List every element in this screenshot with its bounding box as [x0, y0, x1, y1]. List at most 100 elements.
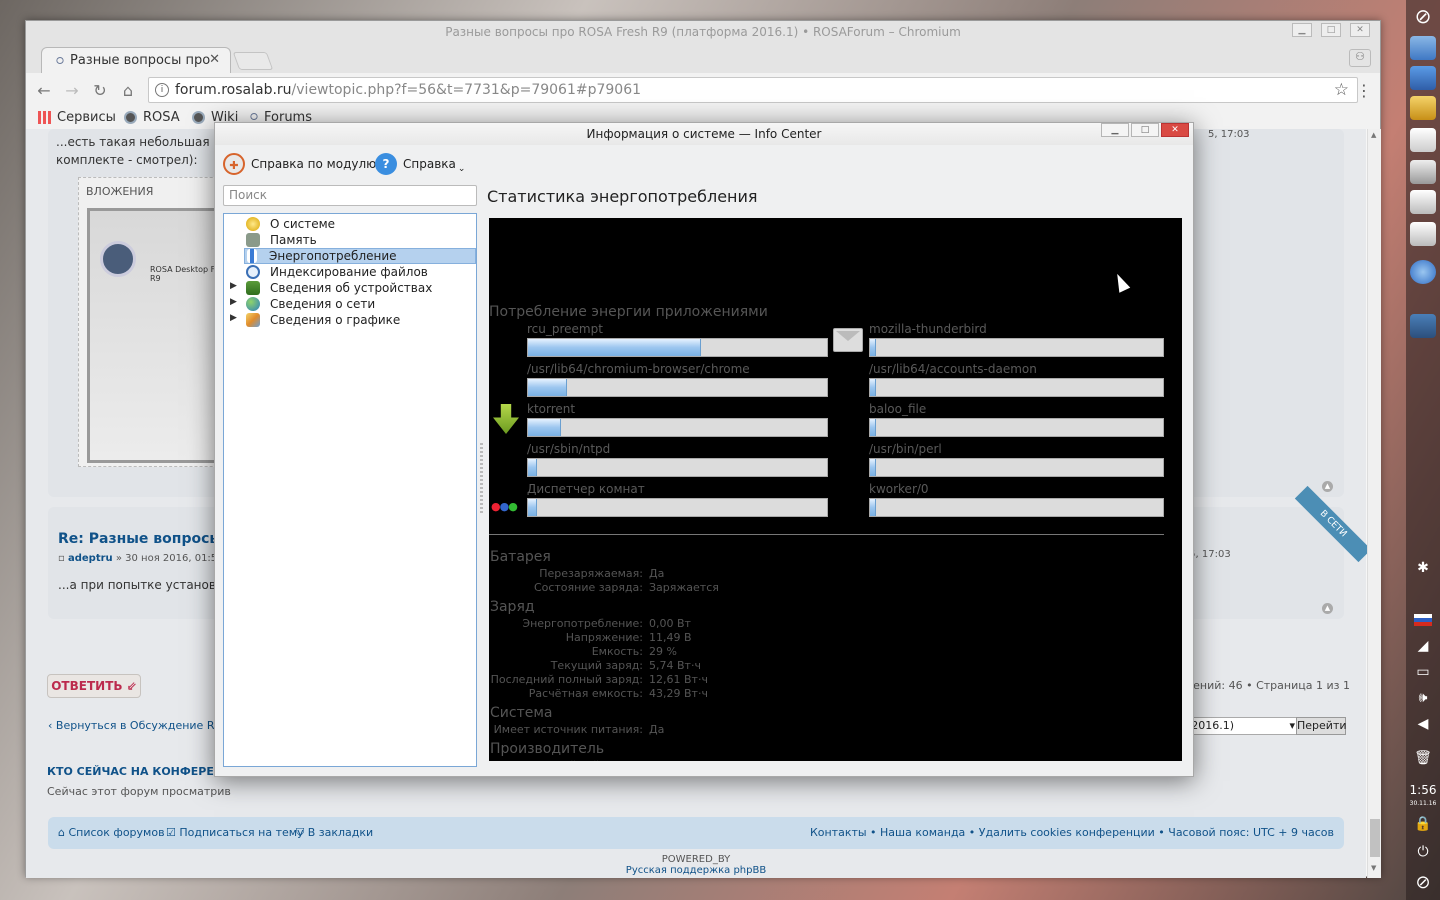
scroll-up-icon[interactable]: ▲ [1371, 131, 1376, 139]
property-label: Серийный номер: [489, 759, 649, 761]
collapse-arrow-icon[interactable]: ◀ [1412, 716, 1434, 732]
power-icon[interactable]: ⏻ [1412, 844, 1434, 860]
post-author[interactable]: adeptru [68, 553, 113, 564]
dialog-minimize-button[interactable]: ▁ [1101, 123, 1129, 137]
tab-forum[interactable]: ⭘ Разные вопросы про ✕ [41, 47, 231, 73]
property-value: 29 % [649, 645, 677, 658]
app-energy-bar-fill [528, 379, 567, 396]
new-tab-button[interactable] [232, 52, 274, 70]
profile-icon[interactable]: ⚇ [1349, 49, 1371, 67]
module-help-button[interactable]: ✚ Справка по модулю [223, 153, 376, 175]
info-icon[interactable]: i [155, 83, 169, 97]
app-name: /usr/lib64/accounts-daemon [869, 362, 1037, 376]
phpbb-link[interactable]: Русская поддержка phpBB [26, 865, 1366, 876]
section-title: Статистика энергопотребления [487, 187, 758, 206]
dialog-close-button[interactable]: ✕ [1161, 123, 1189, 137]
property-value: 11,49 В [649, 631, 692, 644]
chromium-icon[interactable] [1410, 260, 1436, 284]
subscribe-link[interactable]: ☑ Подписаться на тему [166, 826, 304, 839]
charge-row: Текущий заряд: 5,74 Вт·ч [489, 659, 969, 672]
panel-splitter[interactable] [480, 443, 483, 513]
scroll-down-icon[interactable]: ▼ [1371, 864, 1376, 872]
close-window-button[interactable]: ✕ [1350, 23, 1370, 37]
tree-item-file-indexing[interactable]: Индексирование файлов [224, 264, 476, 280]
keyboard-layout-icon[interactable] [1414, 614, 1432, 626]
property-label: Перезаряжаемая: [539, 567, 643, 580]
top-icon[interactable]: ▲ [1322, 481, 1333, 492]
browser-title-bar: Разные вопросы про ROSA Fresh R9 (платфо… [26, 21, 1380, 43]
tree-item-energy[interactable]: Энергопотребление [244, 248, 476, 264]
tree-item-memory[interactable]: Память [224, 232, 476, 248]
forward-arrow-icon[interactable]: → [62, 81, 82, 100]
property-value: 8279 [649, 759, 677, 761]
charge-row: Емкость: 29 % [489, 645, 969, 658]
document-icon[interactable] [1410, 222, 1436, 246]
scroll-thumb[interactable] [1370, 819, 1380, 857]
bookmark-rosa[interactable]: ROSA [124, 110, 180, 125]
bookmark-link[interactable]: ⛉ В закладки [296, 826, 373, 840]
app-energy-bar-fill [870, 339, 876, 356]
maximize-button[interactable]: □ [1321, 23, 1341, 37]
home-icon[interactable]: ⌂ [118, 81, 138, 100]
expand-arrow-icon[interactable]: ▶ [230, 297, 237, 307]
favicon-icon: ⭘ [56, 56, 64, 67]
property-value: 12,61 Вт·ч [649, 673, 708, 686]
minimize-button[interactable]: ▁ [1292, 23, 1312, 37]
rosa-menu-icon[interactable]: ⊘ [1412, 4, 1434, 28]
clock[interactable]: 1:56 30.11.16 [1406, 784, 1440, 810]
tree-item-about-system[interactable]: О системе [224, 216, 476, 232]
search-input[interactable]: Поиск [223, 185, 477, 206]
expand-arrow-icon[interactable]: ▶ [230, 281, 237, 291]
reload-icon[interactable]: ↻ [90, 81, 110, 100]
dialog-maximize-button[interactable]: □ [1131, 123, 1159, 137]
lock-icon[interactable]: 🔒 [1412, 816, 1434, 832]
bluetooth-icon[interactable]: ✱ [1412, 560, 1434, 576]
info-center-dialog: Информация о системе — Info Center ▁ □ ✕… [214, 122, 1194, 777]
battery-row: Состояние заряда: Заряжается [489, 581, 969, 594]
help-menu-button[interactable]: ? Справка ⌄ [375, 153, 465, 175]
volume-icon[interactable]: 🕪 [1412, 690, 1434, 706]
network-signal-icon[interactable]: ◢ [1412, 638, 1434, 654]
property-label: Состояние заряда: [533, 581, 643, 594]
window-title: Разные вопросы про ROSA Fresh R9 (платфо… [445, 25, 961, 39]
file-manager-icon[interactable] [1410, 36, 1436, 60]
expand-arrow-icon[interactable]: ▶ [230, 313, 237, 323]
dialog-title-bar: Информация о системе — Info Center [215, 123, 1193, 145]
menu-icon[interactable]: ⋮ [1356, 81, 1372, 100]
bookmark-star-icon[interactable]: ☆ [1334, 80, 1349, 100]
property-label: Последний полный заряд: [490, 673, 643, 686]
info-center-icon[interactable] [1410, 314, 1436, 338]
folder-icon[interactable] [1410, 66, 1436, 90]
tree-item-network[interactable]: ▶ Сведения о сети [224, 296, 476, 312]
jump-select[interactable]: а 2016.1) ▾ [1176, 717, 1300, 735]
bookmark-services[interactable]: Сервисы [38, 110, 116, 125]
document-icon[interactable] [1410, 190, 1436, 214]
reply-button[interactable]: ОТВЕТИТЬ ⇙ [47, 674, 141, 698]
app-energy-bar-fill [528, 419, 561, 436]
forum-index-link[interactable]: ⌂ Список форумов [58, 826, 165, 839]
app-energy-bar [527, 418, 828, 437]
system-row: Имеет источник питания: Да [489, 723, 969, 736]
calculator-icon[interactable] [1410, 160, 1436, 184]
post2-title[interactable]: Re: Разные вопросы [58, 531, 222, 547]
app-energy-bar [527, 378, 828, 397]
trash-icon[interactable]: 🗑 [1412, 750, 1434, 766]
top-icon[interactable]: ▲ [1322, 603, 1333, 614]
go-button[interactable]: Перейти [1296, 717, 1347, 735]
footer-links[interactable]: Контакты • Наша команда • Удалить cookie… [810, 826, 1334, 839]
rosa-logo-icon[interactable]: ⊘ [1412, 872, 1434, 893]
archive-icon[interactable] [1410, 96, 1436, 120]
dialog-toolbar: ✚ Справка по модулю ? Справка ⌄ [215, 145, 1193, 181]
app-name: baloo_file [869, 402, 927, 416]
page-scrollbar[interactable]: ▲ ▼ [1367, 129, 1381, 878]
battery-tray-icon[interactable]: ▭ [1412, 664, 1434, 680]
tree-item-devices[interactable]: ▶ Сведения об устройствах [224, 280, 476, 296]
module-tree[interactable]: О системе Память Энергопотребление Индек… [223, 213, 477, 767]
back-link[interactable]: ‹ Вернуться в Обсуждение ROS [48, 719, 230, 732]
address-bar[interactable]: i forum.rosalab.ru/viewtopic.php?f=56&t=… [148, 77, 1358, 103]
app-energy-bar [869, 418, 1164, 437]
back-arrow-icon[interactable]: ← [34, 81, 54, 100]
tree-item-graphics[interactable]: ▶ Сведения о графике [224, 312, 476, 328]
editor-icon[interactable] [1410, 128, 1436, 152]
close-tab-icon[interactable]: ✕ [209, 52, 220, 67]
